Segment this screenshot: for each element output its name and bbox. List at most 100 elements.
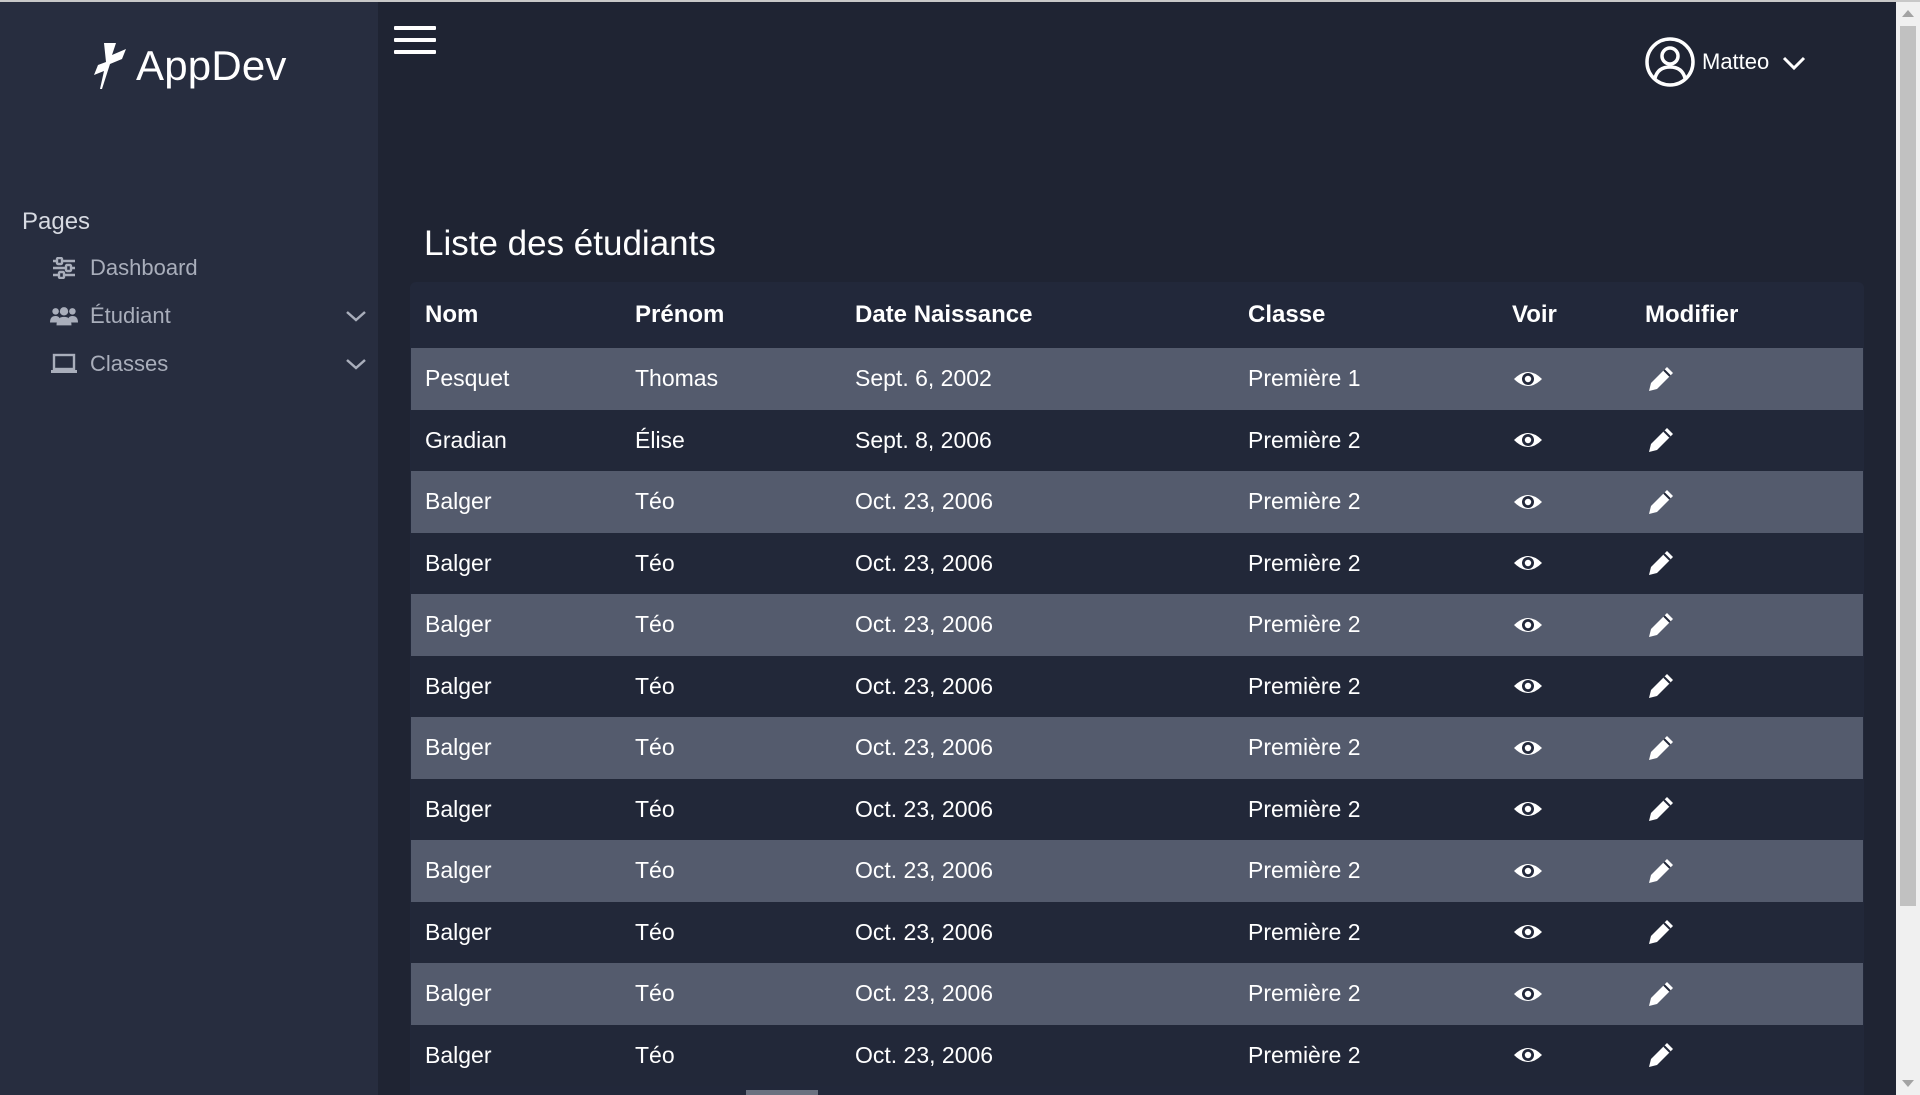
cell-nom: Balger (411, 594, 621, 656)
cell-date-naissance: Oct. 23, 2006 (841, 471, 1234, 533)
horizontal-scrollbar-thumb[interactable] (746, 1090, 818, 1095)
cell-modifier (1631, 471, 1863, 533)
table-row: Balger Téo Oct. 23, 2006 Première 2 (411, 532, 1863, 594)
cell-prenom: Élise (621, 409, 841, 471)
table-row: Balger Téo Oct. 23, 2006 Première 2 (411, 901, 1863, 963)
cell-voir (1498, 1024, 1631, 1086)
scroll-down-arrow-icon[interactable] (1902, 1080, 1914, 1087)
cell-modifier (1631, 655, 1863, 717)
cell-prenom: Thomas (621, 348, 841, 410)
vertical-scrollbar[interactable] (1896, 2, 1920, 1095)
edit-pencil-icon[interactable] (1645, 1039, 1677, 1071)
laptop-icon (50, 352, 78, 376)
view-eye-icon[interactable] (1512, 1039, 1544, 1071)
cell-prenom: Téo (621, 655, 841, 717)
cell-date-naissance: Oct. 23, 2006 (841, 963, 1234, 1025)
view-eye-icon[interactable] (1512, 732, 1544, 764)
column-header-modifier: Modifier (1645, 301, 1739, 328)
cell-classe: Première 2 (1234, 471, 1498, 533)
edit-pencil-icon[interactable] (1645, 793, 1677, 825)
cell-classe: Première 2 (1234, 409, 1498, 471)
edit-pencil-icon[interactable] (1645, 855, 1677, 887)
scroll-up-arrow-icon[interactable] (1902, 10, 1914, 17)
cell-date-naissance: Oct. 23, 2006 (841, 532, 1234, 594)
view-eye-icon[interactable] (1512, 424, 1544, 456)
cell-date-naissance: Oct. 23, 2006 (841, 901, 1234, 963)
column-header-classe[interactable]: Classe (1234, 282, 1498, 348)
view-eye-icon[interactable] (1512, 670, 1544, 702)
cell-classe: Première 2 (1234, 901, 1498, 963)
view-eye-icon[interactable] (1512, 978, 1544, 1010)
cell-nom: Balger (411, 963, 621, 1025)
view-eye-icon[interactable] (1512, 547, 1544, 579)
cell-nom: Balger (411, 717, 621, 779)
table-row: Balger Téo Oct. 23, 2006 Première 2 (411, 840, 1863, 902)
cell-voir (1498, 471, 1631, 533)
cell-prenom: Téo (621, 778, 841, 840)
edit-pencil-icon[interactable] (1645, 609, 1677, 641)
edit-pencil-icon[interactable] (1645, 670, 1677, 702)
sidebar-item-label: Classes (90, 351, 169, 376)
scrollbar-thumb[interactable] (1900, 26, 1916, 906)
cell-classe: Première 1 (1234, 348, 1498, 410)
edit-pencil-icon[interactable] (1645, 978, 1677, 1010)
cell-modifier (1631, 1024, 1863, 1086)
edit-pencil-icon[interactable] (1645, 916, 1677, 948)
cell-prenom: Téo (621, 901, 841, 963)
column-header-voir: Voir (1512, 301, 1557, 328)
sidebar-item-classes[interactable]: Classes (50, 344, 370, 384)
cell-prenom: Téo (621, 594, 841, 656)
cell-modifier (1631, 594, 1863, 656)
cell-prenom: Téo (621, 840, 841, 902)
cell-nom: Pesquet (411, 348, 621, 410)
cell-date-naissance: Oct. 23, 2006 (841, 840, 1234, 902)
brand[interactable]: AppDev (92, 38, 287, 94)
sliders-icon (50, 256, 78, 280)
view-eye-icon[interactable] (1512, 793, 1544, 825)
cell-classe: Première 2 (1234, 1024, 1498, 1086)
edit-pencil-icon[interactable] (1645, 486, 1677, 518)
sidebar-item-label: Dashboard (90, 255, 198, 280)
sidebar-item-etudiant[interactable]: Étudiant (50, 296, 370, 336)
view-eye-icon[interactable] (1512, 609, 1544, 641)
cell-voir (1498, 778, 1631, 840)
cell-classe: Première 2 (1234, 840, 1498, 902)
view-eye-icon[interactable] (1512, 363, 1544, 395)
cell-nom: Balger (411, 655, 621, 717)
cell-voir (1498, 840, 1631, 902)
chevron-down-icon[interactable] (344, 304, 368, 328)
view-eye-icon[interactable] (1512, 855, 1544, 887)
table-row: Balger Téo Oct. 23, 2006 Première 2 (411, 1024, 1863, 1086)
cell-classe: Première 2 (1234, 778, 1498, 840)
table-row: Balger Téo Oct. 23, 2006 Première 2 (411, 594, 1863, 656)
cell-modifier (1631, 963, 1863, 1025)
cell-voir (1498, 594, 1631, 656)
table-row: Balger Téo Oct. 23, 2006 Première 2 (411, 655, 1863, 717)
view-eye-icon[interactable] (1512, 486, 1544, 518)
cell-classe: Première 2 (1234, 594, 1498, 656)
hamburger-menu-icon[interactable] (394, 24, 438, 58)
logo-icon (94, 43, 126, 89)
view-eye-icon[interactable] (1512, 916, 1544, 948)
cell-voir (1498, 655, 1631, 717)
edit-pencil-icon[interactable] (1645, 363, 1677, 395)
edit-pencil-icon[interactable] (1645, 424, 1677, 456)
cell-classe: Première 2 (1234, 717, 1498, 779)
students-table-card: Nom Prénom Date Naissance Classe Voir Mo… (410, 282, 1864, 1095)
table-row: Gradian Élise Sept. 8, 2006 Première 2 (411, 409, 1863, 471)
cell-voir (1498, 717, 1631, 779)
column-header-nom[interactable]: Nom (411, 282, 621, 348)
users-icon (50, 304, 78, 328)
students-table: Nom Prénom Date Naissance Classe Voir Mo… (411, 282, 1863, 1086)
cell-date-naissance: Oct. 23, 2006 (841, 717, 1234, 779)
cell-nom: Balger (411, 532, 621, 594)
column-header-prenom[interactable]: Prénom (621, 282, 841, 348)
chevron-down-icon[interactable] (344, 352, 368, 376)
cell-voir (1498, 963, 1631, 1025)
sidebar-item-dashboard[interactable]: Dashboard (50, 248, 370, 288)
edit-pencil-icon[interactable] (1645, 732, 1677, 764)
cell-modifier (1631, 717, 1863, 779)
edit-pencil-icon[interactable] (1645, 547, 1677, 579)
column-header-date-naissance[interactable]: Date Naissance (841, 282, 1234, 348)
user-menu[interactable]: Matteo (1644, 34, 1807, 90)
